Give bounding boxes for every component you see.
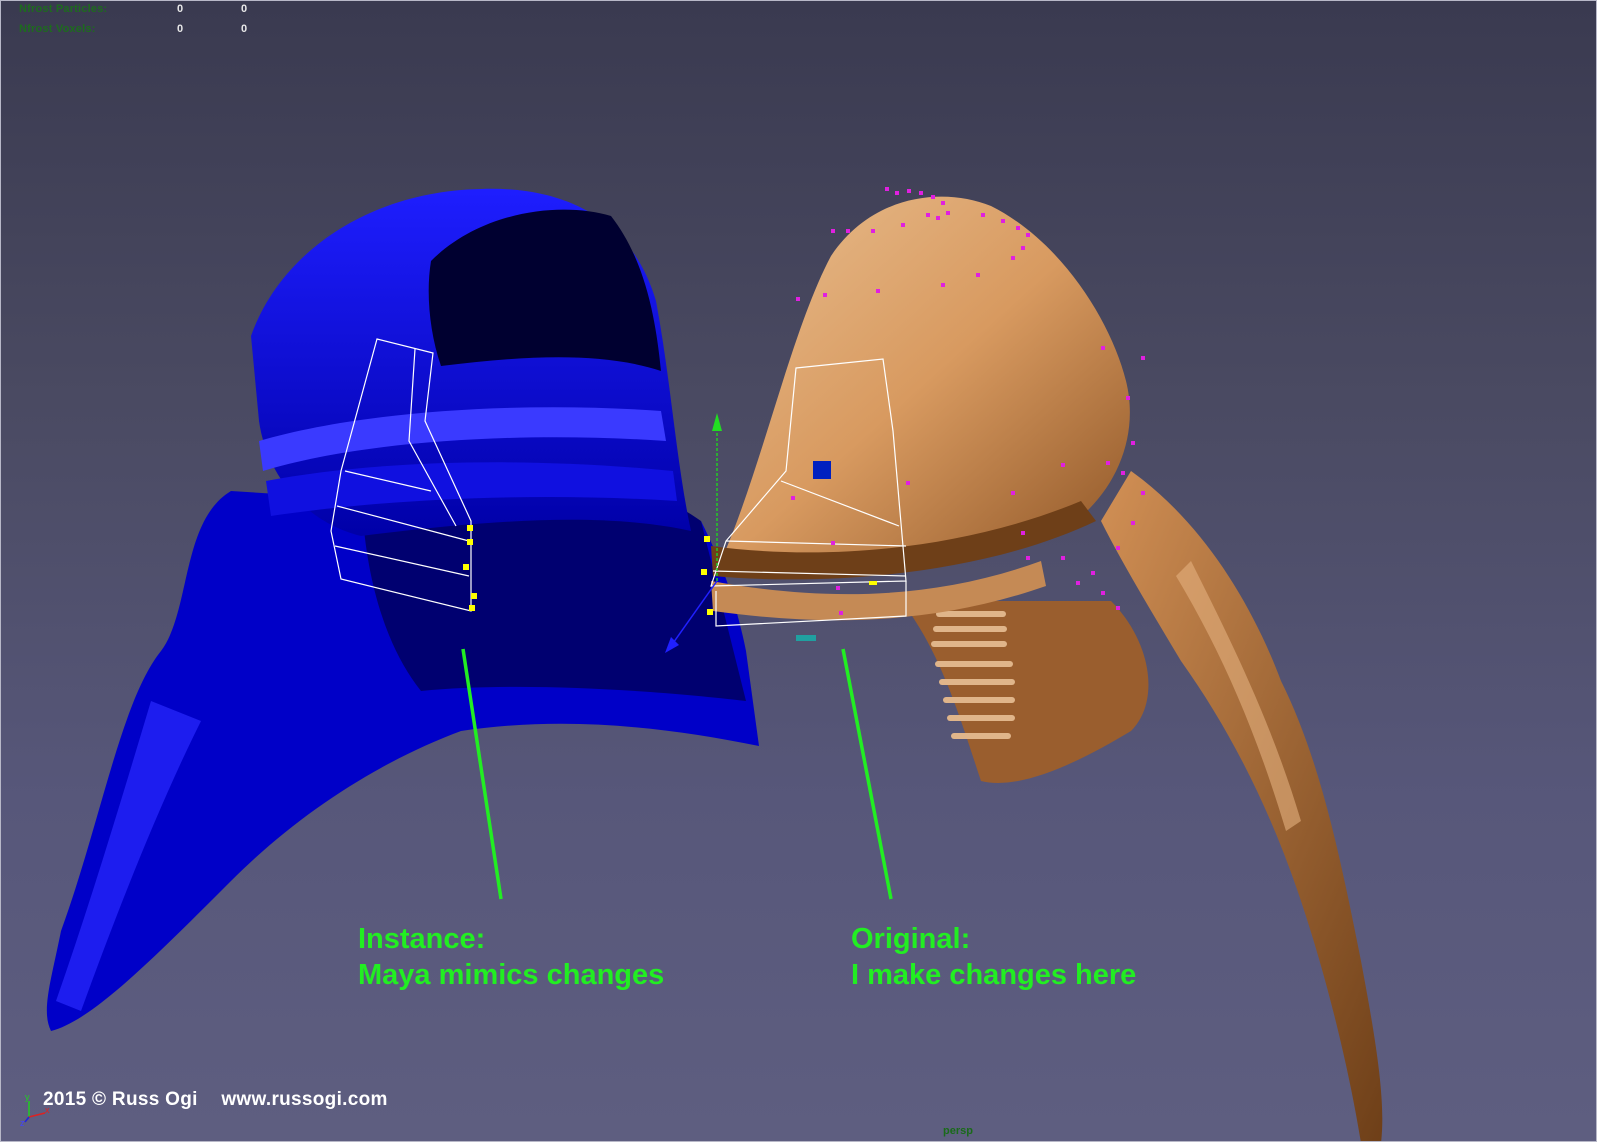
selected-face[interactable] [813,461,831,479]
instance-annotation-title: Instance: [358,923,486,955]
axis-y-label: y [25,1092,30,1102]
original-callout-line [841,648,893,900]
copyright-owner: 2015 © Russ Ogi [43,1089,198,1110]
maya-viewport[interactable]: Nfrost Particles: 0 0 Nfrost Voxels: 0 0 [0,0,1597,1142]
original-hood-mesh[interactable] [701,187,1383,1142]
copyright-text: 2015 © Russ Ogi www.russogi.com [43,1089,406,1111]
copyright-website: www.russogi.com [221,1089,388,1110]
original-annotation-text: I make changes here [851,959,1137,991]
viewport-scene[interactable] [1,1,1597,1142]
original-annotation-title: Original: [851,923,971,955]
camera-name-label: persp [943,1125,973,1137]
original-annotation: Original: I make changes here [851,921,1136,993]
instance-hood-mesh[interactable] [46,188,760,1031]
axis-z-label: z [20,1118,25,1127]
instance-annotation: Instance: Maya mimics changes [358,921,664,993]
instance-annotation-text: Maya mimics changes [358,959,665,991]
